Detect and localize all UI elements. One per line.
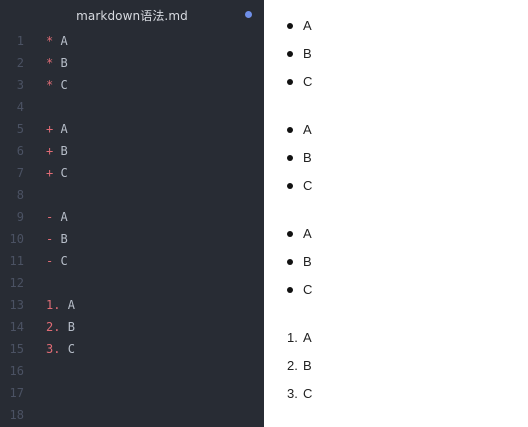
code-text: C <box>60 78 68 92</box>
line-number: 15 <box>9 342 24 356</box>
bullet-icon <box>287 51 293 57</box>
list-item-text: A <box>303 18 312 33</box>
code-text: C <box>60 254 68 268</box>
list-number: 1. <box>287 330 298 345</box>
line-number: 5 <box>16 122 24 136</box>
code-text: A <box>60 210 68 224</box>
line-number: 4 <box>16 100 24 114</box>
code-line[interactable]: + B <box>46 140 68 162</box>
code-text: B <box>60 144 68 158</box>
list-item-text: A <box>303 122 312 137</box>
list-item-text: B <box>303 150 312 165</box>
editor-tab[interactable]: markdown语法.md <box>0 0 264 30</box>
line-number: 17 <box>9 386 24 400</box>
line-number: 10 <box>9 232 24 246</box>
list-item-text: B <box>303 46 312 61</box>
line-number: 3 <box>16 78 24 92</box>
list-marker: + <box>46 166 54 180</box>
list-marker: 1. <box>46 298 61 312</box>
line-number: 2 <box>16 56 24 70</box>
list-marker: 2. <box>46 320 61 334</box>
code-text: A <box>60 122 68 136</box>
list-marker: - <box>46 232 54 246</box>
list-item-text: B <box>303 358 312 373</box>
list-marker: * <box>46 78 54 92</box>
list-marker: * <box>46 34 54 48</box>
bullet-icon <box>287 231 293 237</box>
line-number: 6 <box>16 144 24 158</box>
code-text: B <box>67 320 75 334</box>
line-number: 8 <box>16 188 24 202</box>
list-marker: + <box>46 122 54 136</box>
line-number: 9 <box>16 210 24 224</box>
code-line[interactable]: 2. B <box>46 316 75 338</box>
code-text: A <box>67 298 75 312</box>
list-number: 3. <box>287 386 298 401</box>
code-text: C <box>67 342 75 356</box>
code-line[interactable]: 1. A <box>46 294 75 316</box>
bullet-icon <box>287 23 293 29</box>
list-item-text: A <box>303 330 312 345</box>
list-marker: + <box>46 144 54 158</box>
preview-pane: A B C A B C A B C 1. A 2. B 3. C <box>264 0 528 427</box>
list-item-text: B <box>303 254 312 269</box>
list-item-text: C <box>303 178 313 193</box>
bullet-icon <box>287 127 293 133</box>
list-item-text: C <box>303 386 313 401</box>
code-text: B <box>60 232 68 246</box>
editor-pane[interactable]: markdown语法.md 1 2 3 4 5 6 7 8 9 10 11 12 13 14 15 16 17 1… <box>0 0 264 427</box>
unsaved-indicator-icon <box>245 11 252 18</box>
list-item-text: C <box>303 282 313 297</box>
code-line[interactable]: + C <box>46 162 68 184</box>
line-number: 7 <box>16 166 24 180</box>
code-line[interactable]: * B <box>46 52 68 74</box>
tab-title[interactable]: markdown语法.md <box>0 7 264 24</box>
bullet-icon <box>287 183 293 189</box>
line-number: 18 <box>9 408 24 422</box>
list-number: 2. <box>287 358 298 373</box>
code-text: B <box>60 56 68 70</box>
code-line[interactable]: - C <box>46 250 68 272</box>
bullet-icon <box>287 259 293 265</box>
markdown-editor-window: markdown语法.md 1 2 3 4 5 6 7 8 9 10 11 12 13 14 15 16 17 1… <box>0 0 528 427</box>
line-number: 11 <box>9 254 24 268</box>
bullet-icon <box>287 287 293 293</box>
list-item-text: C <box>303 74 313 89</box>
code-line[interactable]: - A <box>46 206 68 228</box>
line-number: 12 <box>9 276 24 290</box>
bullet-icon <box>287 155 293 161</box>
code-line[interactable]: 3. C <box>46 338 75 360</box>
list-item-text: A <box>303 226 312 241</box>
line-number: 13 <box>9 298 24 312</box>
line-number: 14 <box>9 320 24 334</box>
code-line[interactable]: - B <box>46 228 68 250</box>
list-marker: 3. <box>46 342 61 356</box>
line-number: 16 <box>9 364 24 378</box>
code-line[interactable]: * C <box>46 74 68 96</box>
line-number: 1 <box>16 34 24 48</box>
bullet-icon <box>287 79 293 85</box>
code-line[interactable]: * A <box>46 30 68 52</box>
code-line[interactable]: + A <box>46 118 68 140</box>
list-marker: - <box>46 210 54 224</box>
list-marker: * <box>46 56 54 70</box>
list-marker: - <box>46 254 54 268</box>
code-text: C <box>60 166 68 180</box>
code-text: A <box>60 34 68 48</box>
